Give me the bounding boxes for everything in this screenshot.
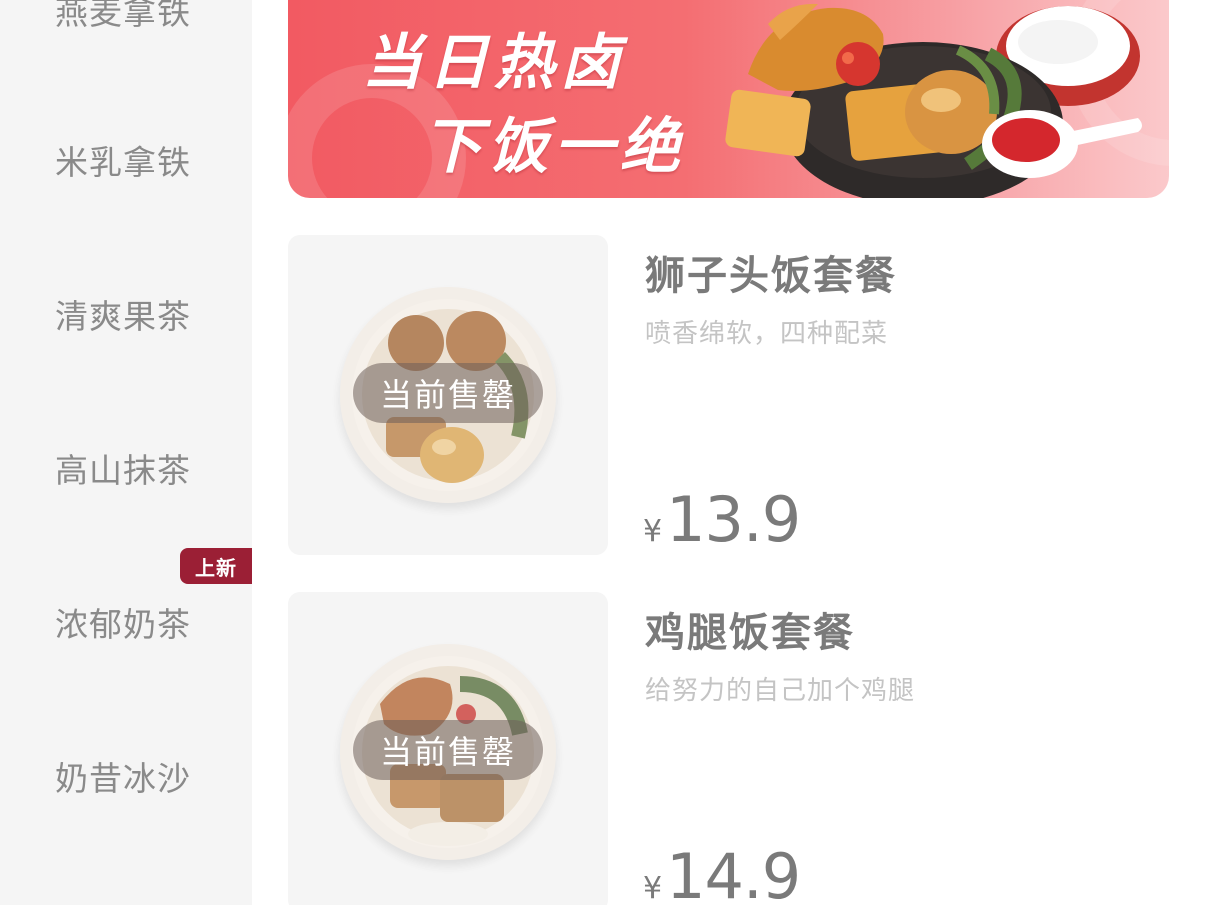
currency-symbol: ¥ (643, 871, 663, 905)
new-badge: 上新 (180, 548, 252, 584)
sidebar-item-label: 高山抹茶 (55, 451, 191, 490)
sold-out-tag: 当前售罄 (353, 720, 543, 780)
product-price: ¥ 13.9 (643, 483, 801, 556)
product-image: 当前售罄 (288, 592, 608, 905)
banner-title-line2: 下饭一绝 (422, 112, 686, 182)
product-card[interactable]: 当前售罄 狮子头饭套餐 喷香绵软，四种配菜 ¥ 13.9 (288, 235, 1169, 556)
sidebar-item-fruit-tea[interactable]: 清爽果茶 (0, 274, 252, 354)
sidebar-item-oat-latte[interactable]: 燕麦拿铁 (0, 0, 252, 50)
sidebar-item-label: 米乳拿铁 (55, 143, 191, 182)
banner-title-line1: 当日热卤 (362, 28, 626, 98)
sidebar-item-matcha[interactable]: 高山抹茶 (0, 428, 252, 508)
sidebar-item-smoothie[interactable]: 奶昔冰沙 (0, 736, 252, 816)
product-name: 狮子头饭套餐 (645, 253, 897, 299)
menu-page: 燕麦拿铁 米乳拿铁 清爽果茶 高山抹茶 上新 浓郁奶茶 奶昔冰沙 当日热卤 下饭… (0, 0, 1206, 905)
braised-food-illustration (725, 3, 1142, 198)
currency-symbol: ¥ (643, 514, 663, 549)
product-price: ¥ 14.9 (643, 840, 801, 905)
promo-banner[interactable]: 当日热卤 下饭一绝 (288, 0, 1169, 198)
sidebar-item-label: 清爽果茶 (55, 297, 191, 336)
sidebar-item-label: 奶昔冰沙 (55, 759, 191, 798)
product-card[interactable]: 当前售罄 鸡腿饭套餐 给努力的自己加个鸡腿 ¥ 14.9 (288, 592, 1169, 905)
sold-out-tag: 当前售罄 (353, 363, 543, 423)
category-sidebar: 燕麦拿铁 米乳拿铁 清爽果茶 高山抹茶 上新 浓郁奶茶 奶昔冰沙 (0, 0, 252, 905)
product-description: 喷香绵软，四种配菜 (645, 319, 889, 349)
sidebar-item-label: 燕麦拿铁 (55, 0, 191, 32)
sidebar-item-label: 浓郁奶茶 (55, 605, 191, 644)
product-name: 鸡腿饭套餐 (645, 610, 855, 656)
sidebar-item-milk-tea[interactable]: 浓郁奶茶 (0, 582, 252, 662)
price-amount: 13.9 (666, 483, 801, 556)
sidebar-item-rice-milk-latte[interactable]: 米乳拿铁 (0, 120, 252, 200)
product-image: 当前售罄 (288, 235, 608, 555)
price-amount: 14.9 (666, 840, 801, 905)
product-description: 给努力的自己加个鸡腿 (645, 676, 916, 706)
